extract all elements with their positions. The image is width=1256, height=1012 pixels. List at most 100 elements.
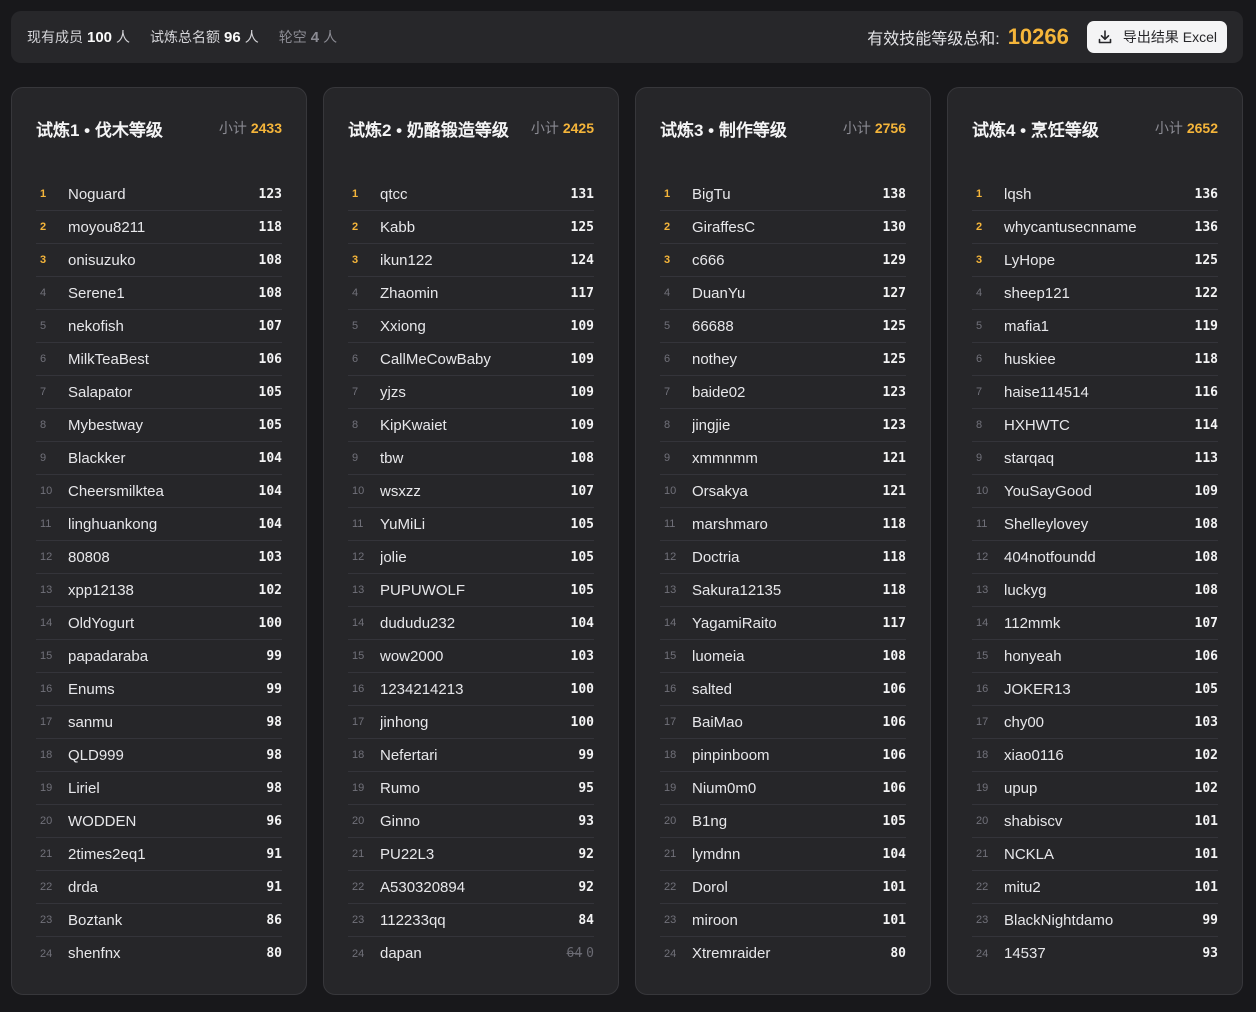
member-name: jolie [380, 548, 407, 566]
skill-level: 123 [882, 417, 906, 433]
skill-level: 101 [882, 912, 906, 928]
ranking-row: 14 OldYogurt 100 [36, 607, 282, 640]
ranking-row: 9 xmmnmm 121 [660, 442, 906, 475]
member-name: Orsakya [692, 482, 748, 500]
skill-level: 100 [570, 681, 594, 697]
member-name: huskiee [1004, 350, 1056, 368]
member-name: A530320894 [380, 878, 466, 896]
member-name: nothey [692, 350, 738, 368]
rank-number: 7 [40, 386, 47, 398]
skill-level: 102 [1194, 747, 1218, 763]
ranking-row: 5 Xxiong 109 [348, 310, 594, 343]
skill-level: 107 [1194, 615, 1218, 631]
skill-level: 104 [258, 450, 282, 466]
member-name: Boztank [68, 911, 123, 929]
rank-number: 20 [664, 815, 677, 827]
subtotal-value: 2433 [250, 120, 282, 136]
ranking-row: 16 JOKER13 105 [972, 673, 1218, 706]
member-name: xpp12138 [68, 581, 134, 599]
rank-number: 15 [40, 650, 53, 662]
ranking-row: 10 YouSayGood 109 [972, 475, 1218, 508]
member-name: BigTu [692, 185, 731, 203]
ranking-list: 1 Noguard 123 2 moyou8211 118 3 onisuzuko 108 4 Se… [36, 178, 282, 970]
rank-number: 24 [976, 947, 989, 960]
rank-number: 24 [40, 947, 53, 960]
skill-level: 103 [258, 549, 282, 565]
rank-number: 10 [664, 485, 677, 497]
ranking-row: 13 luckyg 108 [972, 574, 1218, 607]
ranking-row: 20 WODDEN 96 [36, 805, 282, 838]
rank-number: 13 [352, 584, 365, 596]
effective-level: 0 [586, 946, 594, 961]
export-excel-button[interactable]: 导出结果 Excel [1086, 21, 1227, 53]
rank-number: 6 [976, 353, 983, 365]
trial-card-4: 试炼4 • 烹饪等级 小计 2652 1 lqsh 136 2 whycantusecnnam… [947, 87, 1243, 995]
ranking-row: 11 linghuankong 104 [36, 508, 282, 541]
ranking-row: 4 sheep121 122 [972, 277, 1218, 310]
rank-number: 13 [664, 584, 677, 596]
rank-number: 18 [352, 749, 365, 761]
member-name: WODDEN [68, 812, 137, 830]
skill-level: 107 [258, 318, 282, 334]
ranking-row: 12 Doctria 118 [660, 541, 906, 574]
trial-card-3: 试炼3 • 制作等级 小计 2756 1 BigTu 138 2 GiraffesC 130 3 c… [635, 87, 931, 995]
skill-level: 108 [882, 648, 906, 664]
skill-level: 100 [258, 615, 282, 631]
skill-level: 116 [1194, 384, 1218, 400]
quota-label: 试炼总名额 [150, 29, 221, 45]
rank-number: 7 [976, 386, 983, 398]
rank-number: 4 [40, 287, 47, 299]
ranking-row: 3 LyHope 125 [972, 244, 1218, 277]
trial-title: 试炼1 • 伐木等级 [36, 120, 163, 140]
skill-level: 127 [882, 285, 906, 301]
member-name: qtcc [380, 185, 408, 203]
member-name: nekofish [68, 317, 124, 335]
rank-number: 10 [40, 485, 53, 497]
rank-number: 1 [664, 188, 671, 200]
ranking-row: 12 404notfoundd 108 [972, 541, 1218, 574]
ranking-row: 6 nothey 125 [660, 343, 906, 376]
skill-level: 101 [1194, 879, 1218, 895]
skill-level: 106 [882, 780, 906, 796]
skill-level: 123 [882, 384, 906, 400]
skill-level: 100 [570, 714, 594, 730]
trial-subtotal: 小计 2433 [219, 118, 282, 138]
skill-level: 64 [566, 946, 583, 961]
rank-number: 7 [352, 386, 359, 398]
trial-subtotal: 小计 2425 [531, 118, 594, 138]
skill-level: 114 [1194, 417, 1218, 433]
rank-number: 13 [976, 584, 989, 596]
member-name: yjzs [380, 383, 406, 401]
rank-number: 22 [40, 881, 53, 893]
skill-level: 122 [1194, 285, 1218, 301]
skill-level: 108 [258, 252, 282, 268]
ranking-row: 24 shenfnx 80 [36, 937, 282, 970]
member-name: baide02 [692, 383, 746, 401]
ranking-row: 2 whycantusecnname 136 [972, 211, 1218, 244]
ranking-row: 23 Boztank 86 [36, 904, 282, 937]
rank-number: 20 [40, 815, 53, 827]
trial-card-header: 试炼3 • 制作等级 小计 2756 [660, 116, 906, 140]
skill-level: 104 [258, 483, 282, 499]
skill-level: 109 [1194, 483, 1218, 499]
ranking-row: 9 starqaq 113 [972, 442, 1218, 475]
member-name: sanmu [68, 713, 114, 731]
skill-level: 98 [266, 714, 282, 730]
ranking-row: 22 A530320894 92 [348, 871, 594, 904]
bench-unit: 人 [323, 29, 338, 45]
member-name: DuanYu [692, 284, 746, 302]
skill-level: 105 [258, 384, 282, 400]
rank-number: 12 [976, 551, 989, 563]
member-name: Zhaomin [380, 284, 439, 302]
trial-subtotal: 小计 2652 [1155, 118, 1218, 138]
ranking-row: 21 lymdnn 104 [660, 838, 906, 871]
member-name: Kabb [380, 218, 416, 236]
rank-number: 22 [976, 881, 989, 893]
rank-number: 15 [664, 650, 677, 662]
ranking-row: 23 BlackNightdamo 99 [972, 904, 1218, 937]
member-name: CallMeCowBaby [380, 350, 491, 368]
member-name: wow2000 [380, 647, 444, 665]
rank-number: 21 [352, 848, 365, 860]
ranking-row: 8 Mybestway 105 [36, 409, 282, 442]
skill-level: 123 [258, 186, 282, 202]
